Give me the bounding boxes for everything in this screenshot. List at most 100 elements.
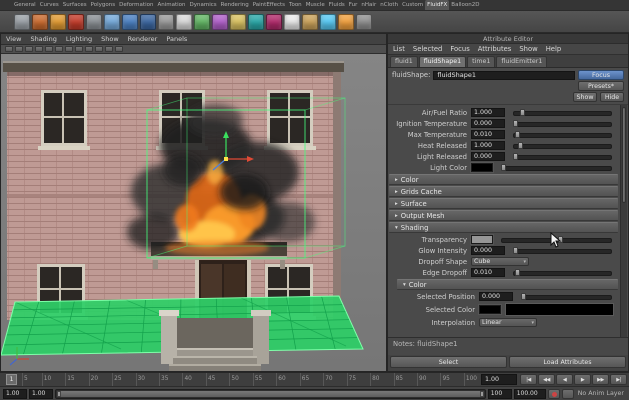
lasso-icon[interactable] [15,46,23,52]
shelf-icon-7[interactable] [122,13,138,30]
attr-value-field[interactable]: 0.010 [471,130,505,139]
shelf-tab-curves[interactable]: Curves [38,0,61,10]
slider-thumb[interactable] [513,120,518,127]
range-start-handle[interactable] [57,390,61,397]
timeline-tick-85[interactable]: 85 [393,373,403,386]
section-color[interactable]: ▾ Color [397,279,618,290]
shelf-icon-9[interactable] [158,13,174,30]
timeline-tick-75[interactable]: 75 [346,373,356,386]
viewport-menu-show[interactable]: Show [101,35,119,43]
attr-value-field[interactable]: 1.000 [471,141,505,150]
ae-tab-fluidemitter1[interactable]: fluidEmitter1 [496,56,548,67]
viewport-menu-panels[interactable]: Panels [166,35,187,43]
make-live-icon[interactable] [75,46,83,52]
ae-tab-time1[interactable]: time1 [467,56,496,67]
color-ramp-preview[interactable] [505,303,614,316]
slider-thumb[interactable] [557,236,563,243]
point-snap-icon[interactable] [55,46,63,52]
ae-menu-show[interactable]: Show [519,45,537,53]
color-swatch[interactable] [479,305,501,314]
ae-menu-selected[interactable]: Selected [413,45,442,53]
shelf-tab-painteffects[interactable]: PaintEffects [251,0,287,10]
shelf-icon-14[interactable] [248,13,264,30]
attr-value-field[interactable]: 0.000 [471,152,505,161]
timeline-tick-10[interactable]: 10 [41,373,51,386]
shelf-icon-6[interactable] [104,13,120,30]
slider-thumb[interactable] [513,247,518,254]
ae-menu-list[interactable]: List [393,45,405,53]
timeline-tick-95[interactable]: 95 [440,373,450,386]
viewport-menu-view[interactable]: View [6,35,21,43]
shelf-tab-fluidfx[interactable]: FluidFX [425,0,450,10]
attr-slider[interactable] [513,119,612,128]
section-shading[interactable]: ▾ Shading [389,222,618,233]
shelf-icon-12[interactable] [212,13,228,30]
section-grids-cache[interactable]: ▸ Grids Cache [389,186,618,197]
time-slider[interactable]: 1 5 10 15 20 25 30 35 40 45 50 55 60 65 70 75 80 85 90 95 1… [0,372,629,386]
attr-value-field[interactable]: 0.000 [471,119,505,128]
range-slider-thumb[interactable] [57,390,484,397]
ae-menu-attributes[interactable]: Attributes [478,45,512,53]
camera-icon[interactable] [85,46,93,52]
section-output-mesh[interactable]: ▸ Output Mesh [389,210,618,221]
step-back-frame-button[interactable]: ◀◀ [538,374,555,385]
shelf-tab-fluids[interactable]: Fluids [327,0,347,10]
shelf-tab-ncloth[interactable]: nCloth [378,0,400,10]
attr-slider[interactable] [513,130,612,139]
viewport-3d-scene[interactable] [1,54,386,371]
grid-snap-icon[interactable] [35,46,43,52]
timeline-tick-45[interactable]: 45 [205,373,215,386]
attr-value-field[interactable]: 0.010 [471,268,505,277]
dropdown-dropoff-shape[interactable]: Cube ▾ [471,257,529,266]
color-swatch[interactable] [471,235,493,244]
paint-select-icon[interactable] [25,46,33,52]
timeline-tick-15[interactable]: 15 [65,373,75,386]
shelf-icon-13[interactable] [230,13,246,30]
shelf-icon-16[interactable] [284,13,300,30]
shelf-icon-4[interactable] [68,13,84,30]
current-time-field[interactable]: 1.00 [481,374,517,385]
presets-button[interactable]: Presets* [578,81,624,91]
shelf-tab-toon[interactable]: Toon [287,0,304,10]
shelf-tab-nhair[interactable]: nHair [359,0,378,10]
slider-thumb[interactable] [513,153,518,160]
select-button[interactable]: Select [390,356,507,368]
hide-button[interactable]: Hide [600,92,624,102]
shelf-icon-2[interactable] [32,13,48,30]
viewport-menu-lighting[interactable]: Lighting [66,35,92,43]
shelf-icon-15[interactable] [266,13,282,30]
timeline-tick-70[interactable]: 70 [323,373,333,386]
load-attributes-button[interactable]: Load Attributes [509,356,626,368]
focus-button[interactable]: Focus [578,70,624,80]
curve-snap-icon[interactable] [45,46,53,52]
attr-slider[interactable] [501,163,612,172]
shelf-tab-polygons[interactable]: Polygons [89,0,117,10]
current-frame-marker[interactable]: 1 [6,374,17,385]
playback-end-field[interactable]: 100 [487,388,512,399]
go-to-end-button[interactable]: ▶| [610,374,627,385]
attr-slider[interactable] [513,268,612,277]
slider-thumb[interactable] [501,164,506,171]
timeline-tick-100[interactable]: 100 [463,373,477,386]
timeline-tick-25[interactable]: 25 [112,373,122,386]
timeline-tick-90[interactable]: 90 [417,373,426,386]
node-name-field[interactable]: fluidShape1 [433,70,575,80]
slider-thumb[interactable] [517,142,523,149]
playback-start-field[interactable]: 1.00 [29,388,53,399]
ae-menu-focus[interactable]: Focus [450,45,469,53]
color-swatch[interactable] [471,163,493,172]
range-slider[interactable] [55,388,486,399]
shelf-icon-19[interactable] [338,13,354,30]
attr-value-field[interactable]: 1.000 [471,108,505,117]
shelf-icon-1[interactable] [14,13,30,30]
attr-slider[interactable] [521,292,612,301]
attr-value-field[interactable]: 0.000 [471,246,505,255]
shelf-tab-rendering[interactable]: Rendering [219,0,251,10]
shelf-icon-10[interactable] [176,13,192,30]
timeline-tick-60[interactable]: 60 [276,373,286,386]
animation-start-field[interactable]: 1.00 [3,388,27,399]
shelf-tab-animation[interactable]: Animation [155,0,187,10]
timeline-tick-65[interactable]: 65 [299,373,309,386]
attr-slider[interactable] [501,235,612,244]
shelf-tab-fur[interactable]: Fur [347,0,360,10]
